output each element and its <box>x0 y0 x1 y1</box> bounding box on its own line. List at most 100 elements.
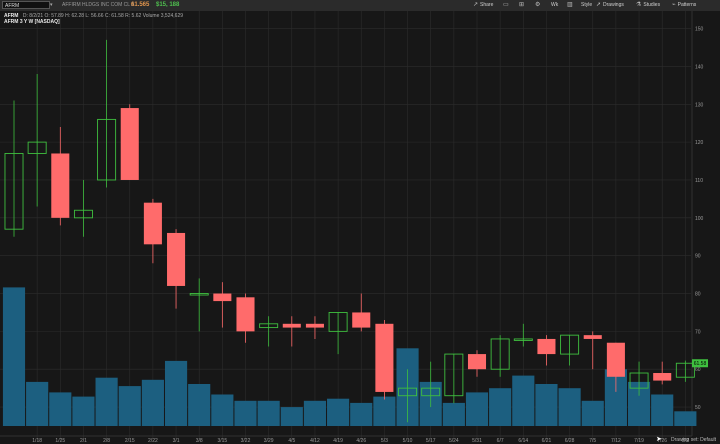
y-tick-label: 140 <box>695 64 704 70</box>
volume-bar <box>465 392 489 426</box>
candle-body <box>375 323 394 392</box>
grid-icon: ⊞ <box>519 2 525 8</box>
style-button[interactable]: Style <box>569 0 592 11</box>
y-tick-label: 120 <box>695 140 704 146</box>
x-tick-label: 5/10 <box>403 438 413 444</box>
y-tick-label: 50 <box>695 405 701 411</box>
x-tick-label: 7/19 <box>634 438 644 444</box>
volume-bar <box>442 402 465 426</box>
x-tick-label: 1/25 <box>55 438 65 444</box>
volume-bar <box>489 388 512 426</box>
chart-range: R: 5.62 <box>125 13 142 19</box>
volume-bar <box>373 396 396 426</box>
symbol-input[interactable]: AFRM <box>2 1 50 9</box>
volume-bar <box>257 400 280 426</box>
drawings-label: Drawings <box>603 2 624 8</box>
x-tick-label: 2/1 <box>80 438 87 444</box>
volume-bar <box>95 377 118 426</box>
patterns-button[interactable]: ⌁ Patterns <box>672 0 696 11</box>
y-tick-label: 110 <box>695 178 703 184</box>
volume-bar <box>280 407 303 426</box>
y-tick-label: 70 <box>695 329 701 335</box>
volume-bar <box>141 379 164 426</box>
symbol-dropdown-icon[interactable]: ▾ <box>50 0 53 11</box>
price-change: $15, 188 <box>156 2 180 8</box>
candle-body <box>51 153 70 218</box>
volume-value: 3,524,629 <box>160 13 184 19</box>
y-tick-label: 150 <box>695 27 704 33</box>
candle-body <box>282 323 301 328</box>
price-chart[interactable]: 50 60 70 80 90 100 110 120 130 140 150 1/18 1/25 2/1 2… <box>0 11 720 444</box>
chart-close: C: 61.58 <box>104 13 124 19</box>
layout-icon: ▭ <box>503 2 509 8</box>
x-tick-label: 3/22 <box>241 438 251 444</box>
timeframe-button[interactable]: Wk <box>551 0 558 11</box>
volume-bar <box>512 375 535 426</box>
volume-bar <box>26 381 49 426</box>
x-tick-label: 6/7 <box>497 438 504 444</box>
volume-bar <box>674 411 697 426</box>
x-tick-label: 3/15 <box>217 438 227 444</box>
candle-body <box>305 323 324 328</box>
grid-button[interactable]: ⊞ <box>519 0 524 11</box>
volume-bar <box>118 386 141 426</box>
x-tick-label: 3/8 <box>196 438 203 444</box>
drawing-set-status[interactable]: Drawing set: Default <box>671 437 716 443</box>
x-tick-label: 3/1 <box>173 438 180 444</box>
candle-body <box>467 354 487 370</box>
volume-bar <box>581 400 604 426</box>
volume-bar <box>350 402 373 426</box>
volume-bar <box>303 400 327 426</box>
drawings-button[interactable]: ➚ Drawings <box>596 0 624 11</box>
volume-bar <box>72 396 95 426</box>
x-tick-label: 5/3 <box>381 438 388 444</box>
share-button[interactable]: ↗ Share <box>473 0 493 11</box>
timeframe-label: Wk <box>551 2 559 8</box>
x-tick-label: 4/5 <box>288 438 295 444</box>
volume-bar <box>211 394 234 426</box>
last-price: 61.565 <box>131 2 150 8</box>
chart-high: H: 62.28 <box>65 13 85 19</box>
layout-button[interactable]: ▭ <box>503 0 509 11</box>
x-tick-label: 5/24 <box>449 438 459 444</box>
company-name: AFFIRM HLDGS INC COM CL A <box>62 2 135 8</box>
y-tick-label: 90 <box>695 254 701 260</box>
x-tick-label: 6/14 <box>518 438 528 444</box>
settings-button[interactable]: ⚙ <box>535 0 540 11</box>
chart-title: AFRM 3 Y W [NASDAQ] <box>4 19 60 25</box>
y-tick-label: 80 <box>695 292 701 298</box>
volume-bar <box>164 360 188 426</box>
candle-body <box>583 335 602 339</box>
share-label: Share <box>480 2 494 8</box>
y-tick-label: 130 <box>695 102 704 108</box>
patterns-icon: ⌁ <box>672 2 676 8</box>
candle-body <box>537 338 556 355</box>
y-tick-label: 100 <box>695 216 704 222</box>
last-price-tag-label: 61.58 <box>694 361 707 367</box>
x-tick-label: 2/22 <box>148 438 158 444</box>
volume-bar <box>2 287 26 426</box>
share-icon: ↗ <box>473 2 479 8</box>
x-tick-label: 5/31 <box>472 438 482 444</box>
studies-label: Studies <box>643 2 661 8</box>
x-tick-label: 6/21 <box>542 438 552 444</box>
x-tick-label: 4/26 <box>356 438 366 444</box>
cursor-icon: ➤ <box>656 436 662 443</box>
y-tick-label: 60 <box>695 367 701 373</box>
cursor-icon: ➚ <box>596 2 602 8</box>
candle-body <box>653 373 672 381</box>
chart-low: L: 56.66 <box>85 13 104 19</box>
patterns-label: Patterns <box>677 2 697 8</box>
candle-body <box>236 297 255 332</box>
candle-body <box>352 312 371 328</box>
candle-down <box>375 320 394 400</box>
x-tick-label: 7/12 <box>611 438 621 444</box>
candle-body <box>167 232 186 286</box>
studies-button[interactable]: ⚗ Studies <box>636 0 660 11</box>
volume-bar <box>327 398 350 426</box>
x-tick-label: 2/15 <box>125 438 135 444</box>
x-tick-label: 3/29 <box>264 438 274 444</box>
candle-body <box>606 342 625 377</box>
volume-bar <box>535 384 558 426</box>
flask-icon: ⚗ <box>636 2 642 8</box>
